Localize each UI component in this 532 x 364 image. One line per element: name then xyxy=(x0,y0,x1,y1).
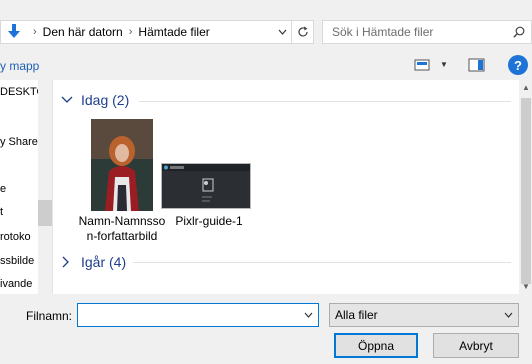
expand-chevron-icon[interactable] xyxy=(61,256,75,268)
nav-item-t[interactable]: t xyxy=(0,206,3,218)
filename-label: Filnamn: xyxy=(26,309,73,323)
file-type-selected: Alla filer xyxy=(335,308,378,322)
group-divider xyxy=(133,262,511,263)
breadcrumb-downloads[interactable]: Hämtade filer xyxy=(138,25,209,39)
scrollbar-thumb[interactable] xyxy=(521,98,531,284)
address-bar[interactable]: › Den här datorn › Hämtade filer xyxy=(0,20,314,44)
nav-scrollbar-thumb[interactable] xyxy=(38,200,52,226)
nav-item-e[interactable]: e xyxy=(0,183,6,195)
open-button[interactable]: Öppna xyxy=(334,333,418,358)
cancel-button[interactable]: Avbryt xyxy=(433,333,519,358)
help-icon[interactable]: ? xyxy=(508,55,528,75)
search-icon[interactable] xyxy=(513,26,525,38)
new-folder-button[interactable]: y mapp xyxy=(0,59,39,73)
group-header-today[interactable]: Idag (2) xyxy=(61,92,129,108)
nav-item-protocols[interactable]: rotoko xyxy=(0,231,31,243)
address-history-chevron-icon[interactable] xyxy=(273,21,291,43)
collapse-chevron-icon[interactable] xyxy=(61,96,75,104)
group-label: Idag (2) xyxy=(81,92,130,108)
file-list: Idag (2) Namn-Namnsso n-forfattarbild Pi… xyxy=(53,80,519,294)
file-open-dialog: › Den här datorn › Hämtade filer y mapp xyxy=(0,0,532,364)
scroll-down-arrow-icon[interactable]: ▼ xyxy=(522,282,530,291)
file-name-line: n-forfattarbild xyxy=(86,229,158,243)
group-label: Igår (4) xyxy=(81,254,127,270)
preview-pane-icon[interactable] xyxy=(468,58,486,72)
filter-dropdown-chevron-icon[interactable] xyxy=(498,312,518,318)
breadcrumb-this-pc[interactable]: Den här datorn xyxy=(43,25,123,39)
content-scrollbar[interactable]: ▲ ▼ xyxy=(519,80,532,294)
file-thumbnail-photo[interactable] xyxy=(91,119,153,211)
group-header-yesterday[interactable]: Igår (4) xyxy=(61,254,126,270)
scroll-up-arrow-icon[interactable]: ▲ xyxy=(522,83,530,92)
nav-scrollbar-track[interactable] xyxy=(38,80,52,294)
file-item-pixlr-guide[interactable]: Pixlr-guide-1 xyxy=(157,214,261,229)
search-box[interactable] xyxy=(322,20,532,44)
file-type-filter[interactable]: Alla filer xyxy=(329,303,519,327)
group-divider xyxy=(139,101,511,102)
search-input[interactable] xyxy=(323,25,503,39)
filename-dropdown-chevron-icon[interactable] xyxy=(298,312,318,318)
file-thumbnail-screenshot[interactable] xyxy=(161,163,251,209)
nav-item-images[interactable]: ssbilde xyxy=(0,255,34,267)
view-options-dropdown-icon[interactable]: ▼ xyxy=(440,60,448,69)
breadcrumb-separator: › xyxy=(128,26,133,38)
nav-item-ivande[interactable]: ivande xyxy=(0,278,32,290)
filename-input[interactable] xyxy=(78,308,298,322)
toolbar: y mapp ▼ ? xyxy=(0,52,532,80)
change-view-icon[interactable] xyxy=(414,58,432,72)
download-folder-icon xyxy=(1,21,27,43)
breadcrumb-separator: › xyxy=(33,26,37,38)
refresh-icon[interactable] xyxy=(291,21,313,43)
file-name-line: Pixlr-guide-1 xyxy=(175,214,243,228)
filename-combobox[interactable] xyxy=(77,303,319,327)
nav-item-share[interactable]: y Share xyxy=(0,136,38,148)
